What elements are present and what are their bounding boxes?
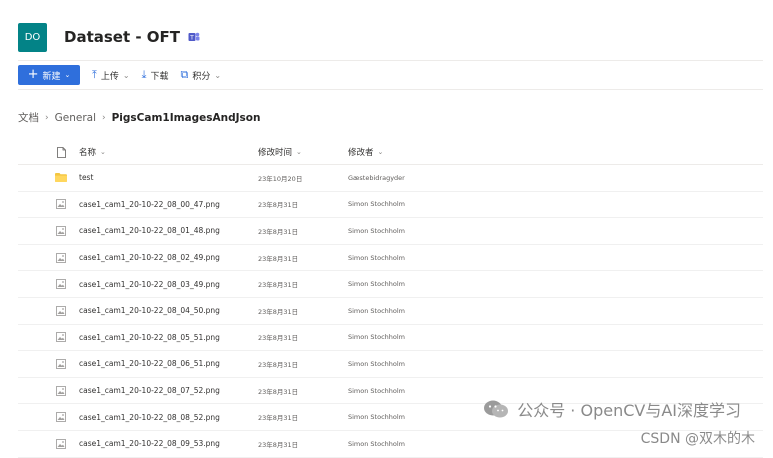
table-row[interactable]: case1_cam1_20-10-22_08_05_51.png 23年8月31日… (18, 325, 763, 352)
csdn-watermark: CSDN @双木的木 (640, 431, 755, 447)
file-modified-by[interactable]: Simon Stochholm (348, 351, 405, 377)
file-modified: 23年8月31日 (258, 334, 299, 343)
image-file-icon (54, 404, 68, 430)
file-modified: 23年8月31日 (258, 307, 299, 316)
file-modified-by[interactable]: Gæstebidragyder (348, 165, 405, 191)
chevron-down-icon: ⌄ (100, 148, 106, 156)
breadcrumb-current: PigsCam1ImagesAndJson (111, 111, 261, 124)
file-modified: 23年8月31日 (258, 360, 299, 369)
file-name[interactable]: case1_cam1_20-10-22_08_00_47.png (79, 192, 220, 218)
column-header-modified[interactable]: 修改时间 ⌄ (258, 140, 302, 164)
table-row[interactable]: test 23年10月20日 Gæstebidragyder (18, 165, 763, 192)
table-row[interactable]: case1_cam1_20-10-22_08_02_49.png 23年8月31日… (18, 245, 763, 272)
image-file-icon (54, 431, 68, 457)
column-modified-by-label: 修改者 (348, 148, 374, 158)
new-button-label: 新建 (42, 71, 61, 82)
chevron-down-icon: ⌄ (296, 148, 302, 156)
chevron-down-icon: ⌄ (64, 71, 71, 79)
column-header-name[interactable]: 名称 ⌄ (79, 140, 106, 164)
file-name[interactable]: case1_cam1_20-10-22_08_04_50.png (79, 298, 220, 324)
image-file-icon (54, 325, 68, 351)
file-modified-by[interactable]: Simon Stochholm (348, 431, 405, 457)
chevron-down-icon: ⌄ (377, 148, 384, 156)
table-row[interactable]: case1_cam1_20-10-22_08_04_50.png 23年8月31日… (18, 298, 763, 325)
plus-icon: + (27, 67, 39, 82)
file-name[interactable]: case1_cam1_20-10-22_08_05_51.png (79, 325, 220, 351)
toolbar-divider (18, 89, 763, 90)
file-modified-by[interactable]: Simon Stochholm (348, 245, 405, 271)
column-header-modified-by[interactable]: 修改者 ⌄ (348, 140, 383, 164)
chevron-right-icon: › (102, 112, 106, 123)
download-label: 下载 (150, 71, 169, 82)
file-modified-by[interactable]: Simon Stochholm (348, 218, 405, 244)
wechat-icon (484, 400, 509, 418)
table-row[interactable]: case1_cam1_20-10-22_08_01_48.png 23年8月31日… (18, 218, 763, 245)
file-modified-by[interactable]: Simon Stochholm (348, 192, 405, 218)
command-bar: + 新建 ⌄ ⤒ 上传 ⌄ ⤓ 下载 ⧉ 积分 ⌄ (18, 64, 221, 86)
download-icon: ⤓ (141, 68, 147, 81)
file-modified-by[interactable]: Simon Stochholm (348, 404, 405, 430)
column-name-label: 名称 (79, 148, 97, 158)
file-modified: 23年8月31日 (258, 227, 299, 236)
file-type-icon[interactable] (54, 140, 68, 164)
file-name[interactable]: case1_cam1_20-10-22_08_03_49.png (79, 271, 220, 297)
chevron-down-icon: ⌄ (214, 70, 222, 80)
table-row[interactable]: case1_cam1_20-10-22_08_00_47.png 23年8月31日… (18, 192, 763, 219)
site-header: DO Dataset - OFT T (18, 20, 200, 54)
file-name[interactable]: case1_cam1_20-10-22_08_02_49.png (79, 245, 220, 271)
download-button[interactable]: ⤓ 下载 (142, 68, 169, 82)
table-header: 名称 ⌄ 修改时间 ⌄ 修改者 ⌄ (18, 140, 763, 165)
file-modified: 23年8月31日 (258, 281, 299, 290)
breadcrumb: 文档 › General › PigsCam1ImagesAndJson (18, 110, 261, 125)
breadcrumb-root[interactable]: 文档 (18, 110, 39, 125)
file-name[interactable]: case1_cam1_20-10-22_08_09_53.png (79, 431, 220, 457)
upload-button[interactable]: ⤒ 上传 ⌄ (92, 68, 130, 82)
integrate-icon: ⧉ (180, 68, 189, 81)
svg-text:T: T (189, 34, 194, 41)
file-modified: 23年8月31日 (258, 387, 299, 396)
watermark-text: 公众号 · OpenCV与AI深度学习 (517, 401, 741, 420)
header-divider (18, 60, 763, 61)
file-name[interactable]: case1_cam1_20-10-22_08_01_48.png (79, 218, 220, 244)
integrate-label: 积分 (192, 71, 211, 82)
image-file-icon (54, 245, 68, 271)
breadcrumb-level1[interactable]: General (55, 112, 96, 124)
folder-icon (54, 165, 68, 191)
watermark: 公众号 · OpenCV与AI深度学习 (483, 397, 741, 421)
file-name[interactable]: case1_cam1_20-10-22_08_06_51.png (79, 351, 220, 377)
file-modified: 23年8月31日 (258, 254, 299, 263)
image-file-icon (54, 192, 68, 218)
image-file-icon (54, 378, 68, 404)
file-modified-by[interactable]: Simon Stochholm (348, 298, 405, 324)
site-logo[interactable]: DO (18, 22, 47, 52)
table-row[interactable]: case1_cam1_20-10-22_08_03_49.png 23年8月31日… (18, 271, 763, 298)
file-modified: 23年10月20日 (258, 174, 303, 183)
chevron-right-icon: › (45, 112, 49, 123)
integrate-button[interactable]: ⧉ 积分 ⌄ (180, 68, 221, 82)
site-title[interactable]: Dataset - OFT (64, 28, 180, 46)
file-name[interactable]: case1_cam1_20-10-22_08_08_52.png (79, 404, 220, 430)
file-modified-by[interactable]: Simon Stochholm (348, 271, 405, 297)
upload-icon: ⤒ (92, 68, 97, 81)
file-modified: 23年8月31日 (258, 414, 299, 423)
chevron-down-icon: ⌄ (122, 70, 130, 80)
table-row[interactable]: case1_cam1_20-10-22_08_06_51.png 23年8月31日… (18, 351, 763, 378)
file-modified-by[interactable]: Simon Stochholm (348, 378, 405, 404)
column-modified-label: 修改时间 (258, 148, 293, 158)
file-modified-by[interactable]: Simon Stochholm (348, 325, 405, 351)
image-file-icon (54, 298, 68, 324)
file-modified: 23年8月31日 (258, 440, 299, 449)
image-file-icon (54, 271, 68, 297)
file-name[interactable]: case1_cam1_20-10-22_08_07_52.png (79, 378, 220, 404)
image-file-icon (54, 218, 68, 244)
teams-icon[interactable]: T (188, 31, 200, 43)
file-modified: 23年8月31日 (258, 201, 299, 210)
upload-label: 上传 (100, 71, 119, 82)
new-button[interactable]: + 新建 ⌄ (18, 65, 80, 85)
file-name[interactable]: test (79, 165, 93, 191)
image-file-icon (54, 351, 68, 377)
